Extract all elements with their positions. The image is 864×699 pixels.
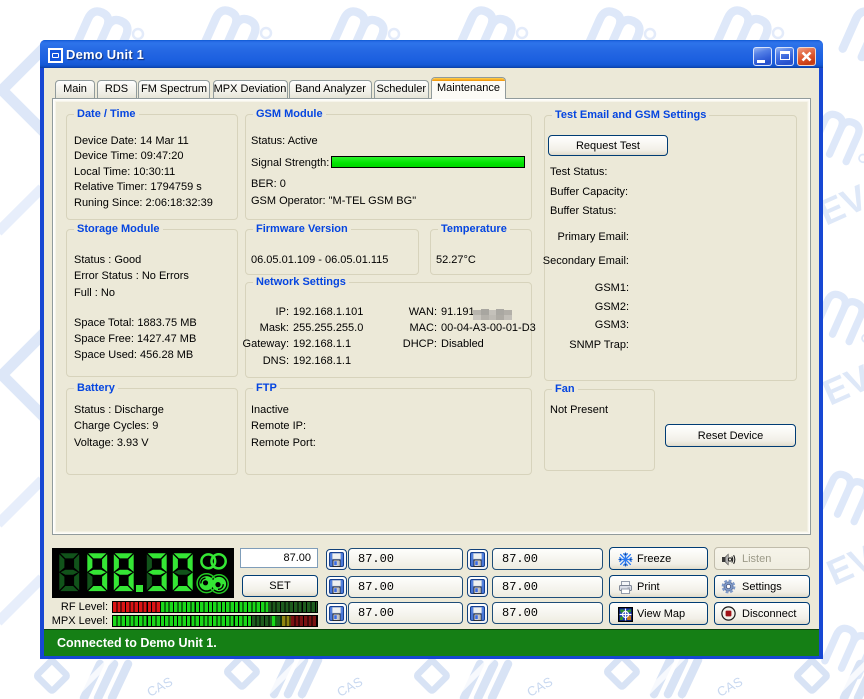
svg-text:EV: EV [817, 356, 864, 413]
svg-text:EV: EV [821, 536, 864, 593]
